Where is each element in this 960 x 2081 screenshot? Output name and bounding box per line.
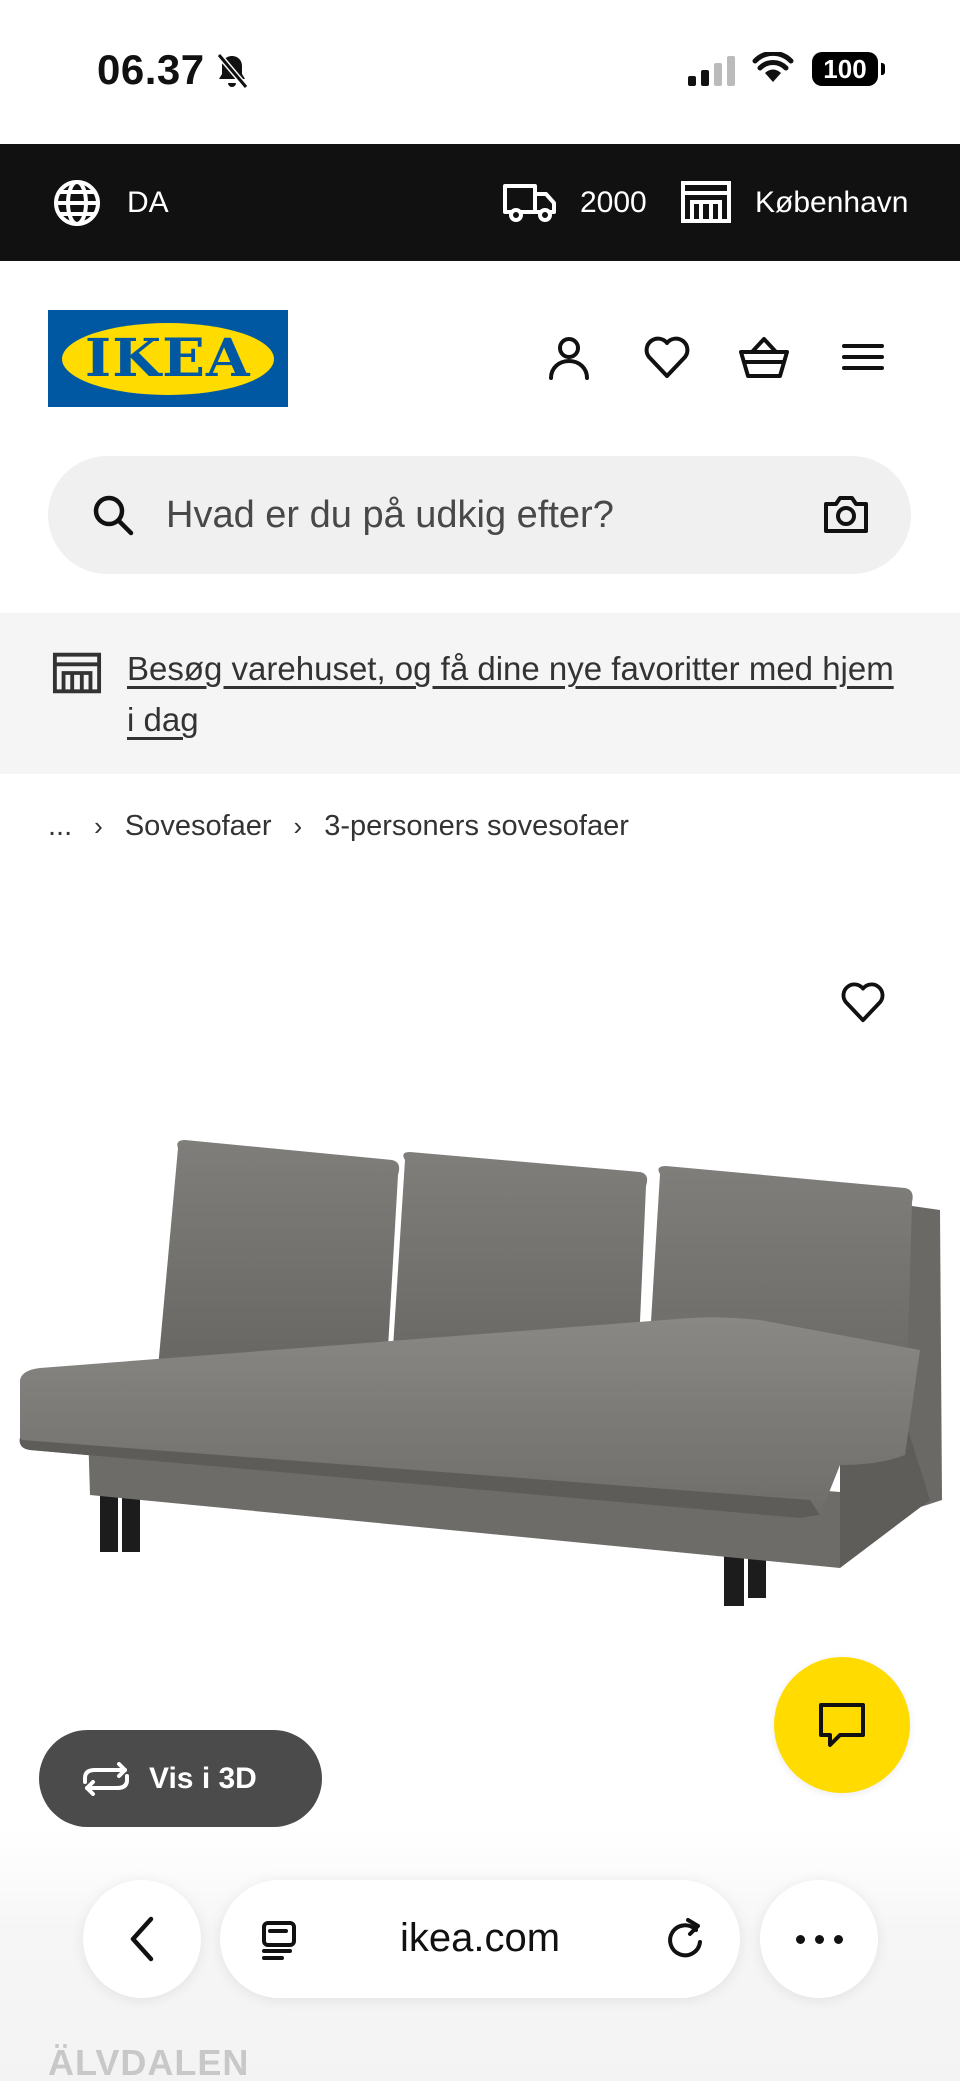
battery-indicator: 100 bbox=[812, 52, 885, 86]
view-in-3d-label: Vis i 3D bbox=[149, 1761, 257, 1795]
back-icon bbox=[130, 1916, 154, 1962]
breadcrumb: ... › Sovesofaer › 3-personers sovesofae… bbox=[48, 808, 629, 844]
more-dot bbox=[795, 1934, 805, 1944]
bell-off-icon bbox=[216, 53, 249, 89]
store-selector[interactable]: København bbox=[755, 186, 908, 220]
browser-domain[interactable]: ikea.com bbox=[220, 1916, 740, 1961]
heart-icon[interactable] bbox=[643, 334, 691, 380]
store-visit-banner: Besøg varehuset, og få dine nye favoritt… bbox=[0, 613, 960, 774]
chat-icon bbox=[819, 1703, 865, 1747]
signal-icon bbox=[688, 56, 735, 86]
camera-icon[interactable] bbox=[823, 494, 869, 534]
logo-oval: IKEA bbox=[62, 322, 274, 395]
delivery-postal-code[interactable]: 2000 bbox=[580, 186, 647, 220]
status-bar: 06.37 100 bbox=[0, 0, 960, 144]
browser-back-button[interactable] bbox=[83, 1880, 201, 1998]
breadcrumb-ellipsis[interactable]: ... bbox=[48, 810, 72, 843]
breadcrumb-3-personers[interactable]: 3-personers sovesofaer bbox=[324, 810, 629, 843]
product-image-sofa[interactable] bbox=[0, 1120, 960, 1640]
store-icon[interactable] bbox=[680, 180, 732, 224]
view-in-3d-button[interactable]: Vis i 3D bbox=[39, 1730, 322, 1827]
wifi-icon bbox=[752, 52, 794, 82]
search-icon[interactable] bbox=[92, 494, 134, 536]
chat-button[interactable] bbox=[774, 1657, 910, 1793]
user-icon[interactable] bbox=[546, 334, 592, 380]
more-dot bbox=[833, 1934, 843, 1944]
search-bar[interactable]: Hvad er du på udkig efter? bbox=[48, 456, 911, 574]
product-brand-name: ÄLVDALEN bbox=[48, 2042, 250, 2081]
store-visit-link[interactable]: Besøg varehuset, og få dine nye favoritt… bbox=[127, 643, 907, 745]
ikea-logo[interactable]: IKEA bbox=[48, 310, 288, 407]
rotate-3d-icon bbox=[83, 1761, 129, 1796]
browser-more-button[interactable] bbox=[760, 1880, 878, 1998]
top-bar: DA 2000 København bbox=[0, 144, 960, 261]
basket-icon[interactable] bbox=[738, 334, 790, 380]
globe-icon[interactable] bbox=[52, 178, 102, 228]
search-input[interactable]: Hvad er du på udkig efter? bbox=[166, 494, 614, 537]
breadcrumb-sovesofaer[interactable]: Sovesofaer bbox=[125, 810, 272, 843]
add-to-favourites-heart-icon[interactable] bbox=[840, 980, 886, 1024]
chevron-right-icon: › bbox=[293, 810, 303, 841]
chevron-right-icon: › bbox=[94, 810, 103, 841]
language-selector[interactable]: DA bbox=[127, 186, 169, 220]
browser-address-bar[interactable]: ikea.com bbox=[220, 1880, 740, 1998]
more-dot bbox=[814, 1934, 824, 1944]
reload-icon[interactable] bbox=[664, 1916, 706, 1960]
status-time: 06.37 bbox=[97, 46, 205, 93]
logo-text: IKEA bbox=[85, 328, 251, 389]
store-icon bbox=[52, 652, 102, 694]
menu-icon[interactable] bbox=[841, 334, 885, 380]
truck-icon[interactable] bbox=[502, 180, 558, 224]
